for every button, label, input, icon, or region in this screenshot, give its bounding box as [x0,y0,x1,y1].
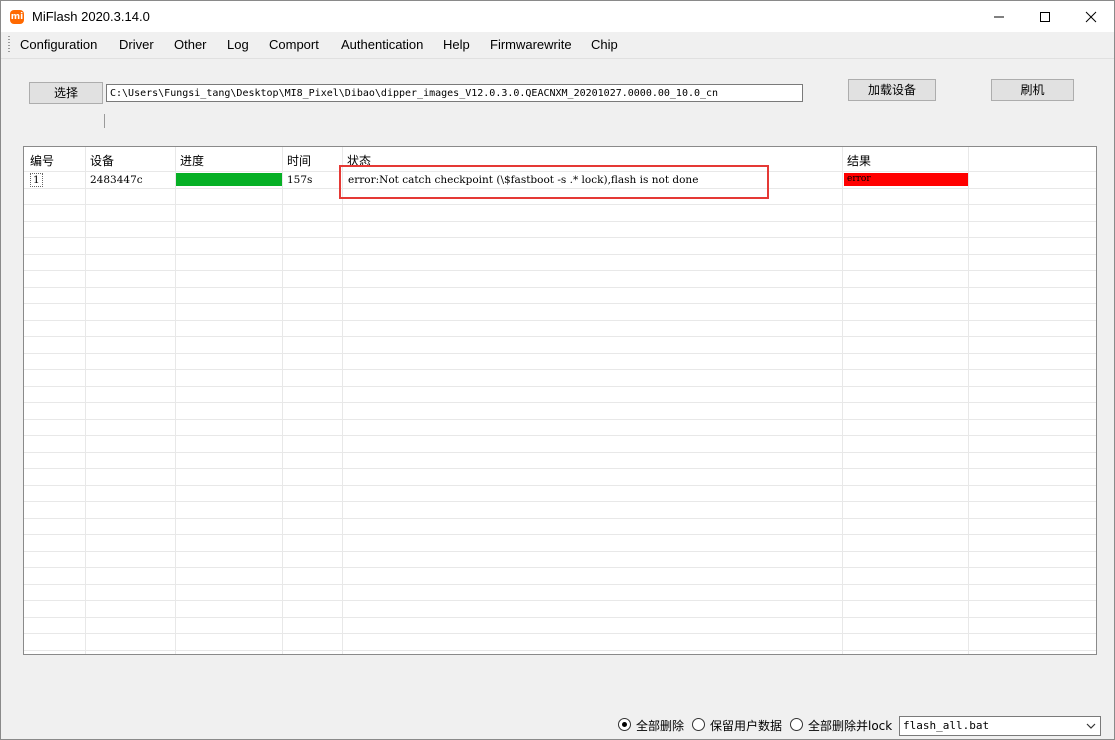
miflash-window: mi MiFlash 2020.3.14.0 Configuration Dri… [0,0,1115,740]
header-progress[interactable]: 进度 [180,152,204,169]
menu-log[interactable]: Log [227,37,249,52]
radio-clean-all-and-lock[interactable] [790,718,803,731]
window-title: MiFlash 2020.3.14.0 [32,9,150,24]
radio-clean-all[interactable] [618,718,631,731]
menu-help[interactable]: Help [443,37,470,52]
status-highlight-box [339,165,769,199]
progress-bar [176,173,282,186]
minimize-icon [994,16,1004,18]
cell-device: 2483447c [90,174,143,186]
menu-firmwarewrite[interactable]: Firmwarewrite [490,37,572,52]
load-devices-button[interactable]: 加载设备 [848,79,936,101]
cell-result: error [844,173,968,186]
menu-chip[interactable]: Chip [591,37,618,52]
select-folder-button[interactable]: 选择 [29,82,103,104]
title-bar: mi MiFlash 2020.3.14.0 [1,1,1114,32]
radio-save-user-data-label[interactable]: 保留用户数据 [710,717,782,734]
cell-time: 157s [287,174,313,186]
header-time[interactable]: 时间 [287,152,311,169]
menu-comport[interactable]: Comport [269,37,319,52]
radio-clean-all-and-lock-label[interactable]: 全部删除并lock [808,717,892,734]
menu-bar: Configuration Driver Other Log Comport A… [1,32,1114,59]
chevron-down-icon [1086,723,1096,729]
close-button[interactable] [1068,1,1114,32]
header-device[interactable]: 设备 [90,152,114,169]
flash-button[interactable]: 刷机 [991,79,1074,101]
close-icon [1085,11,1097,23]
header-result[interactable]: 结果 [847,152,871,169]
radio-save-user-data[interactable] [692,718,705,731]
menu-grip[interactable] [8,36,10,53]
flash-script-value: flash_all.bat [903,719,990,732]
menu-configuration[interactable]: Configuration [20,37,97,52]
cell-id: 1 [30,173,43,187]
maximize-icon [1040,12,1050,22]
radio-clean-all-label[interactable]: 全部删除 [636,717,684,734]
header-id[interactable]: 编号 [30,152,54,169]
menu-other[interactable]: Other [174,37,207,52]
maximize-button[interactable] [1022,1,1068,32]
device-table[interactable]: 编号 设备 进度 时间 状态 结果 1 2483447c 157s error:… [23,146,1097,655]
splitter-handle [104,114,105,128]
minimize-button[interactable] [976,1,1022,32]
flash-script-select[interactable]: flash_all.bat [899,716,1101,736]
firmware-path-input[interactable]: C:\Users\Fungsi_tang\Desktop\MI8_Pixel\D… [106,84,803,102]
menu-driver[interactable]: Driver [119,37,154,52]
menu-authentication[interactable]: Authentication [341,37,423,52]
mi-logo-icon: mi [10,10,24,24]
